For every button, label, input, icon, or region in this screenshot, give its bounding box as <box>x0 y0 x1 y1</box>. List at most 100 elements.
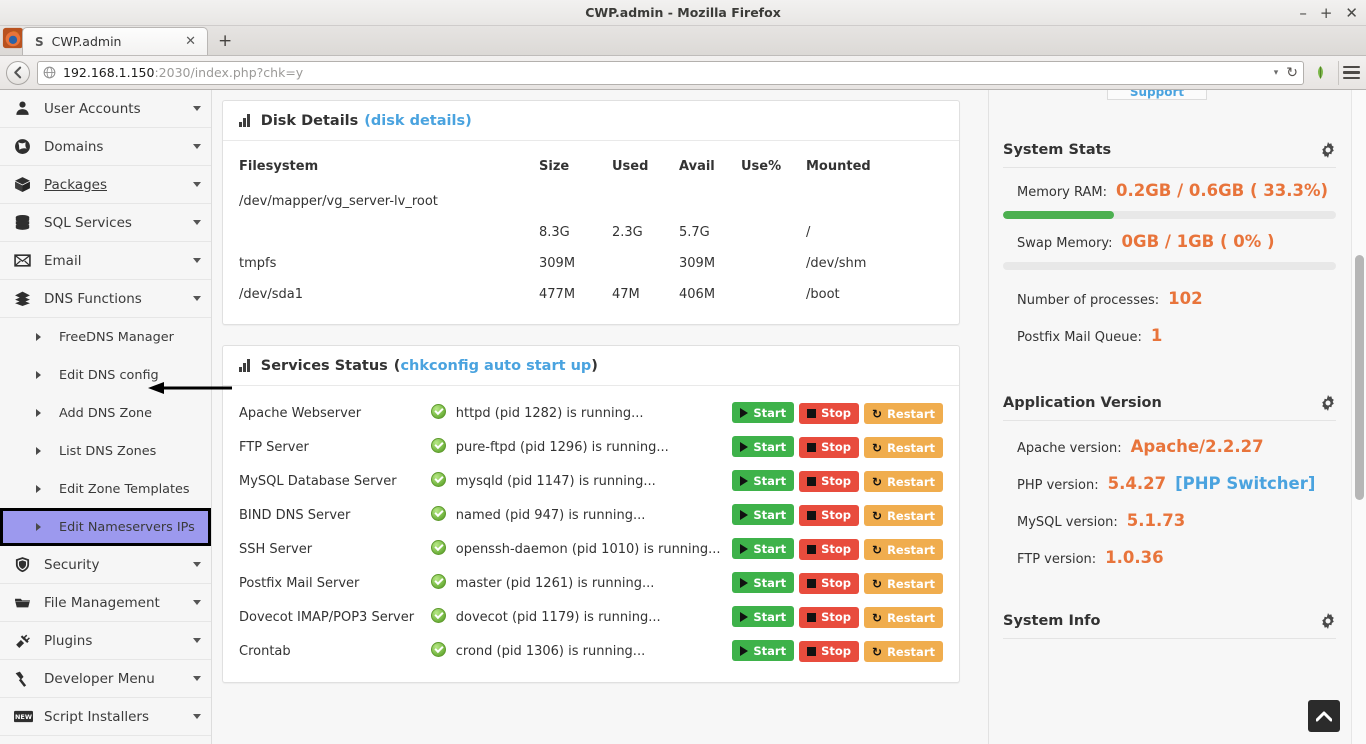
stop-button[interactable]: Stop <box>799 641 859 662</box>
start-button[interactable]: Start <box>732 538 794 559</box>
sidebar-label: Security <box>38 557 193 573</box>
start-button[interactable]: Start <box>732 504 794 525</box>
start-label: Start <box>753 406 786 420</box>
restart-button[interactable]: ↻Restart <box>864 607 943 628</box>
chevron-down-icon[interactable] <box>193 182 201 187</box>
sidebar-subitem-edit-dns-config[interactable]: Edit DNS config <box>0 356 211 394</box>
reload-icon[interactable]: ↻ <box>1286 65 1298 81</box>
cell-mounted: / <box>806 217 943 248</box>
service-ok-icon <box>431 430 456 464</box>
cell-usepct <box>741 248 806 279</box>
col-used: Used <box>612 151 679 186</box>
stop-button[interactable]: Stop <box>799 539 859 560</box>
restart-button[interactable]: ↻Restart <box>864 539 943 560</box>
chevron-down-icon[interactable] <box>193 562 201 567</box>
stop-button[interactable]: Stop <box>799 437 859 458</box>
panel-title: Disk Details <box>261 113 359 129</box>
chevron-down-icon[interactable] <box>193 600 201 605</box>
service-name: Apache Webserver <box>239 396 431 430</box>
table-row: /dev/mapper/vg_server-lv_root <box>239 186 943 217</box>
chevron-down-icon[interactable] <box>193 714 201 719</box>
swap-memory-label: Swap Memory: <box>1017 236 1113 251</box>
sidebar-item-user-accounts[interactable]: User Accounts <box>0 90 211 128</box>
page-scrollbar[interactable] <box>1351 90 1366 744</box>
sidebar-item-file-management[interactable]: File Management <box>0 584 211 622</box>
gear-icon[interactable] <box>1320 613 1336 629</box>
gear-icon[interactable] <box>1320 395 1336 411</box>
sidebar-item-email[interactable]: Email <box>0 242 211 280</box>
sidebar-item-script-installers[interactable]: NEW Script Installers <box>0 698 211 736</box>
sidebar-subitem-edit-zone-templates[interactable]: Edit Zone Templates <box>0 470 211 508</box>
chkconfig-link[interactable]: chkconfig auto start up <box>400 358 591 374</box>
url-path: :2030/index.php?chk=y <box>154 65 303 80</box>
square-icon <box>807 613 816 622</box>
apache-version-value: Apache/2.2.27 <box>1131 437 1264 456</box>
stop-button[interactable]: Stop <box>799 607 859 628</box>
chevron-down-icon[interactable] <box>193 638 201 643</box>
sidebar-item-developer-menu[interactable]: Developer Menu <box>0 660 211 698</box>
scrollbar-thumb[interactable] <box>1355 255 1364 500</box>
sidebar-subitem-list-dns-zones[interactable]: List DNS Zones <box>0 432 211 470</box>
restart-button[interactable]: ↻Restart <box>864 505 943 526</box>
chevron-down-icon[interactable] <box>193 144 201 149</box>
sidebar-item-security[interactable]: Security <box>0 546 211 584</box>
chevron-down-icon[interactable] <box>193 220 201 225</box>
restart-button[interactable]: ↻Restart <box>864 573 943 594</box>
restart-button[interactable]: ↻Restart <box>864 403 943 424</box>
stop-button[interactable]: Stop <box>799 471 859 492</box>
chevron-down-icon[interactable] <box>193 296 201 301</box>
new-tab-button[interactable]: + <box>208 33 242 52</box>
sidebar-item-dns-functions[interactable]: DNS Functions <box>0 280 211 318</box>
support-button[interactable]: Support <box>1107 90 1207 100</box>
col-mounted: Mounted <box>806 151 943 186</box>
sidebar-item-domains[interactable]: Domains <box>0 128 211 166</box>
stop-button[interactable]: Stop <box>799 573 859 594</box>
sidebar-label: Script Installers <box>38 709 193 725</box>
sidebar-subitem-edit-nameservers-ips[interactable]: Edit Nameservers IPs <box>0 508 211 546</box>
tab-close-icon[interactable]: ✕ <box>180 34 201 49</box>
restart-button[interactable]: ↻Restart <box>864 471 943 492</box>
sidebar-item-packages[interactable]: Packages <box>0 166 211 204</box>
chevron-down-icon[interactable] <box>193 106 201 111</box>
caret-right-icon <box>36 447 41 455</box>
sidebar-subitem-label: Edit Nameservers IPs <box>59 520 195 535</box>
sidebar-item-plugins[interactable]: Plugins <box>0 622 211 660</box>
restart-button[interactable]: ↻Restart <box>864 437 943 458</box>
shield-icon <box>14 556 38 573</box>
address-bar[interactable]: 192.168.1.150 :2030/index.php?chk=y ▾ ↻ <box>37 61 1304 85</box>
php-switcher-link[interactable]: [PHP Switcher] <box>1175 474 1315 493</box>
restart-button[interactable]: ↻Restart <box>864 641 943 662</box>
section-title: Application Version <box>1003 395 1162 411</box>
back-to-top-button[interactable] <box>1308 700 1340 732</box>
browser-tab[interactable]: S CWP.admin ✕ <box>22 27 208 55</box>
stop-button[interactable]: Stop <box>799 403 859 424</box>
refresh-icon: ↻ <box>872 646 882 658</box>
start-button[interactable]: Start <box>732 640 794 661</box>
window-title: CWP.admin - Mozilla Firefox <box>0 5 1366 20</box>
leaf-icon[interactable] <box>1311 65 1329 80</box>
sidebar-subitem-freedns-manager[interactable]: FreeDNS Manager <box>0 318 211 356</box>
back-button[interactable] <box>6 61 30 85</box>
chevron-down-icon[interactable] <box>193 676 201 681</box>
services-status-panel: Services Status (chkconfig auto start up… <box>222 345 960 683</box>
start-button[interactable]: Start <box>732 572 794 593</box>
chevron-down-icon[interactable] <box>193 258 201 263</box>
start-button[interactable]: Start <box>732 402 794 423</box>
refresh-icon: ↻ <box>872 408 882 420</box>
chevron-down-icon[interactable]: ▾ <box>1274 68 1279 78</box>
start-button[interactable]: Start <box>732 470 794 491</box>
cell-avail <box>679 186 741 217</box>
stop-button[interactable]: Stop <box>799 505 859 526</box>
hamburger-menu-button[interactable] <box>1338 61 1360 85</box>
minimize-button[interactable]: – <box>1299 6 1307 21</box>
gear-icon[interactable] <box>1320 142 1336 158</box>
start-button[interactable]: Start <box>732 436 794 457</box>
start-button[interactable]: Start <box>732 606 794 627</box>
maximize-button[interactable]: + <box>1320 6 1333 21</box>
disk-table-body: /dev/mapper/vg_server-lv_root 8.3G 2.3G … <box>239 186 943 310</box>
close-button[interactable]: ✕ <box>1345 6 1358 21</box>
sidebar-item-sql-services[interactable]: SQL Services <box>0 204 211 242</box>
service-status-text: httpd (pid 1282) is running... <box>456 396 728 430</box>
sidebar-subitem-add-dns-zone[interactable]: Add DNS Zone <box>0 394 211 432</box>
disk-details-link[interactable]: (disk details) <box>364 113 471 129</box>
